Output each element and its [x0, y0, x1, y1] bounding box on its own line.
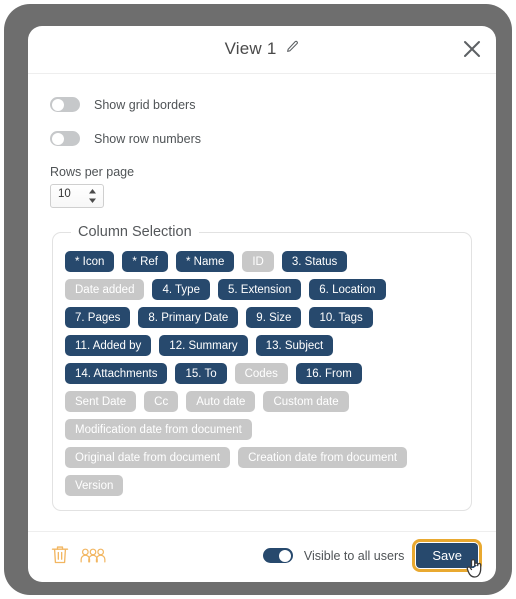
people-group-icon[interactable]: [80, 546, 106, 569]
setting-show-grid-borders: Show grid borders: [50, 92, 474, 117]
device-frame: View 1 Show grid borders Show row number…: [4, 4, 512, 595]
rows-per-page-input[interactable]: 10: [50, 184, 104, 208]
column-chip[interactable]: 4. Type: [152, 279, 210, 300]
toggle-label-show-grid-borders: Show grid borders: [94, 97, 196, 112]
dialog-title-text: View 1: [224, 39, 277, 58]
column-chip[interactable]: Original date from document: [65, 447, 231, 468]
column-chip[interactable]: ID: [242, 251, 274, 272]
column-chip-row: 14. Attachments 15. To Codes 16. From: [65, 363, 459, 384]
toggle-knob: [279, 549, 292, 562]
column-chip[interactable]: Modification date from document: [65, 419, 252, 440]
column-chip[interactable]: 11. Added by: [65, 335, 152, 356]
column-chip[interactable]: Sent Date: [65, 391, 137, 412]
column-chip[interactable]: 8. Primary Date: [138, 307, 239, 328]
toggle-knob: [51, 98, 64, 111]
pencil-icon[interactable]: [286, 38, 299, 58]
column-chip-row: Original date from document Creation date…: [65, 447, 459, 468]
dialog-footer: Visible to all users Save: [28, 531, 496, 582]
column-chip[interactable]: * Icon: [65, 251, 115, 272]
page-title: View 1: [28, 38, 496, 60]
column-chip[interactable]: * Ref: [122, 251, 168, 272]
column-chip[interactable]: 5. Extension: [217, 279, 302, 300]
column-chip[interactable]: 6. Location: [309, 279, 386, 300]
column-chip-container: * Icon * Ref * Name ID 3. Status Date added 4.…: [65, 251, 459, 496]
column-chip[interactable]: Custom date: [263, 391, 349, 412]
trash-icon[interactable]: [50, 544, 70, 571]
column-chip-row: Sent Date Cc Auto date Custom date: [65, 391, 459, 412]
column-chip[interactable]: 3. Status: [281, 251, 348, 272]
column-chip[interactable]: 13. Subject: [255, 335, 334, 356]
column-chip[interactable]: Date added: [65, 279, 145, 300]
save-button[interactable]: Save: [412, 539, 482, 572]
toggle-knob: [51, 132, 64, 145]
column-selection-legend: Column Selection: [78, 224, 192, 240]
column-selection-fieldset: Column Selection * Icon * Ref * Name ID 3. S…: [52, 224, 472, 511]
toggle-visible-to-all-users[interactable]: [262, 548, 293, 563]
column-chip[interactable]: Creation date from document: [238, 447, 408, 468]
number-stepper-icon[interactable]: [89, 189, 96, 203]
toggle-show-grid-borders[interactable]: [50, 97, 80, 112]
view-settings-dialog: View 1 Show grid borders Show row number…: [28, 26, 496, 582]
setting-show-row-numbers: Show row numbers: [50, 126, 474, 151]
column-chip[interactable]: 10. Tags: [309, 307, 373, 328]
visible-to-all-users-label: Visible to all users: [303, 548, 405, 563]
toggle-label-show-row-numbers: Show row numbers: [94, 131, 201, 146]
column-chip-row: 11. Added by 12. Summary 13. Subject: [65, 335, 459, 356]
column-chip-row: Version: [65, 475, 459, 496]
column-chip[interactable]: Version: [65, 475, 124, 496]
rows-per-page-value: 10: [58, 188, 71, 200]
dialog-body: Show grid borders Show row numbers Rows …: [28, 92, 496, 511]
column-chip-row: Modification date from document: [65, 419, 459, 440]
column-chip[interactable]: 9. Size: [246, 307, 302, 328]
column-chip[interactable]: 16. From: [295, 363, 362, 384]
toggle-show-row-numbers[interactable]: [50, 131, 80, 146]
close-icon[interactable]: [460, 37, 484, 61]
dialog-header: View 1: [28, 26, 496, 74]
footer-save-area: Visible to all users Save: [262, 539, 482, 578]
rows-per-page-label: Rows per page: [50, 165, 135, 179]
column-chip[interactable]: Codes: [234, 363, 288, 384]
column-chip-row: Date added 4. Type 5. Extension 6. Location: [65, 279, 459, 300]
column-chip[interactable]: Auto date: [186, 391, 256, 412]
column-chip-row: * Icon * Ref * Name ID 3. Status: [65, 251, 459, 272]
column-chip-row: 7. Pages 8. Primary Date 9. Size 10. Tags: [65, 307, 459, 328]
footer-actions: [50, 544, 106, 571]
column-chip[interactable]: 14. Attachments: [65, 363, 168, 384]
column-chip[interactable]: * Name: [176, 251, 235, 272]
column-chip[interactable]: 15. To: [175, 363, 227, 384]
column-chip[interactable]: 12. Summary: [159, 335, 248, 356]
column-chip[interactable]: 7. Pages: [65, 307, 131, 328]
column-chip[interactable]: Cc: [144, 391, 179, 412]
